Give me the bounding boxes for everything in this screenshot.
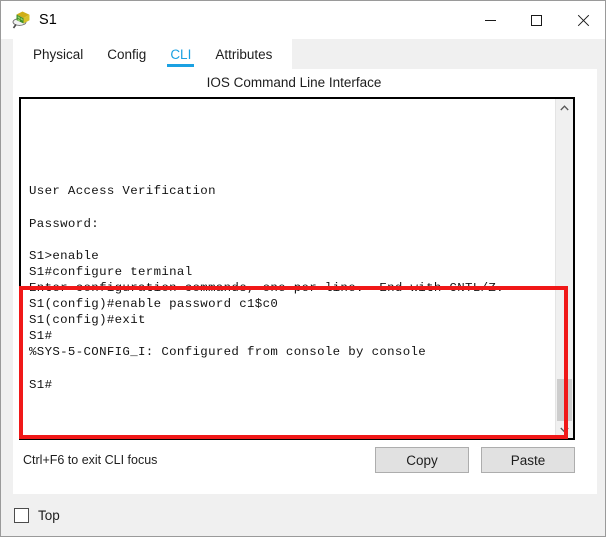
scroll-up-icon[interactable] — [556, 99, 573, 116]
tab-attributes[interactable]: Attributes — [203, 39, 284, 69]
maximize-button[interactable] — [513, 1, 559, 39]
cli-action-bar: Ctrl+F6 to exit CLI focus Copy Paste — [19, 444, 575, 476]
paste-button[interactable]: Paste — [481, 447, 575, 473]
window-controls — [467, 1, 605, 39]
cli-focus-hint: Ctrl+F6 to exit CLI focus — [23, 453, 158, 467]
tab-strip: Physical Config CLI Attributes — [1, 39, 605, 69]
tab-cli[interactable]: CLI — [158, 39, 203, 69]
top-checkbox[interactable] — [14, 507, 29, 523]
tab-attributes-label: Attributes — [215, 46, 273, 62]
tab-config[interactable]: Config — [95, 39, 158, 69]
terminal-output[interactable]: User Access Verification Password: S1>en… — [21, 99, 555, 438]
title-bar: S1 — [1, 1, 605, 39]
cli-heading: IOS Command Line Interface — [206, 75, 382, 90]
minimize-button[interactable] — [467, 1, 513, 39]
footer-bar: Top — [1, 494, 605, 536]
top-checkbox-label: Top — [38, 507, 60, 523]
scrollbar-thumb[interactable] — [557, 379, 572, 421]
packet-tracer-switch-icon — [11, 10, 31, 30]
scroll-down-icon[interactable] — [556, 421, 573, 438]
terminal-container: User Access Verification Password: S1>en… — [19, 97, 575, 440]
cli-window: S1 Physical Config CLI Attributes IOS Co… — [0, 0, 606, 537]
window-title: S1 — [39, 12, 57, 28]
tab-physical-label: Physical — [33, 46, 84, 62]
cli-panel: IOS Command Line Interface User Access V… — [13, 69, 597, 494]
close-icon — [576, 14, 589, 27]
minimize-icon — [484, 19, 496, 21]
tab-cli-label: CLI — [170, 46, 192, 62]
copy-button[interactable]: Copy — [375, 447, 469, 473]
tab-physical[interactable]: Physical — [21, 39, 95, 69]
terminal-scrollbar[interactable] — [555, 99, 573, 438]
close-button[interactable] — [559, 1, 605, 39]
maximize-icon — [530, 14, 542, 26]
tab-config-label: Config — [107, 46, 147, 62]
